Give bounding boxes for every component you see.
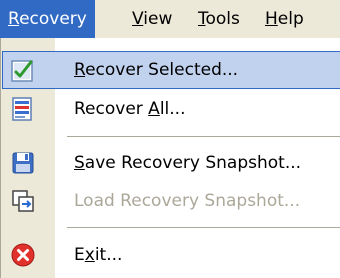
save-icon (10, 150, 36, 176)
menu-item-recover-all[interactable]: Recover All... (2, 90, 340, 128)
menu-view-mnemonic: V (132, 9, 144, 29)
menu-recovery-label: ecovery (19, 9, 87, 29)
menu-tools-label: ools (205, 9, 240, 29)
save-snapshot-label: Save Recovery Snapshot... (74, 144, 301, 182)
recover-all-icon (10, 96, 36, 122)
menu-item-exit[interactable]: Exit... (2, 236, 340, 274)
recover-all-text-before: Recover (74, 99, 149, 119)
recovery-dropdown-menu: Recover Selected... Recover All... Save (0, 38, 340, 278)
menu-help[interactable]: Help (257, 0, 312, 38)
recover-selected-label: Recover Selected... (74, 51, 238, 89)
menu-item-save-snapshot[interactable]: Save Recovery Snapshot... (2, 144, 340, 182)
menu-item-load-snapshot: Load Recovery Snapshot... (2, 182, 340, 220)
exit-text-before: E (74, 245, 85, 265)
menu-recovery[interactable]: Recovery (0, 0, 95, 38)
recover-all-text-after: ll... (159, 99, 186, 119)
menu-help-label: elp (277, 9, 304, 29)
recover-all-mnemonic: A (148, 99, 160, 119)
load-snapshot-label: Load Recovery Snapshot... (74, 191, 301, 211)
menu-bar: Recovery View Tools Help (0, 0, 340, 38)
load-snapshot-icon (10, 188, 36, 214)
recover-selected-icon (10, 57, 36, 83)
recover-selected-text: ecover Selected... (85, 60, 239, 80)
exit-label: Exit... (74, 236, 122, 274)
menu-separator (67, 227, 340, 228)
save-snapshot-text: ave Recovery Snapshot... (84, 153, 302, 173)
exit-icon (10, 242, 36, 268)
exit-text-after: it... (94, 245, 123, 265)
exit-mnemonic: x (84, 245, 95, 265)
recover-selected-mnemonic: R (74, 60, 86, 80)
menu-recovery-mnemonic: R (8, 9, 20, 29)
menu-tools-mnemonic: T (198, 9, 206, 29)
save-snapshot-mnemonic: S (74, 153, 85, 173)
menu-separator (67, 136, 340, 137)
menu-item-recover-selected[interactable]: Recover Selected... (2, 51, 340, 89)
menu-tools[interactable]: Tools (190, 0, 248, 38)
recover-all-label: Recover All... (74, 90, 185, 128)
menu-view[interactable]: View (124, 0, 180, 38)
menu-view-label: iew (143, 9, 173, 29)
menu-help-mnemonic: H (265, 9, 278, 29)
